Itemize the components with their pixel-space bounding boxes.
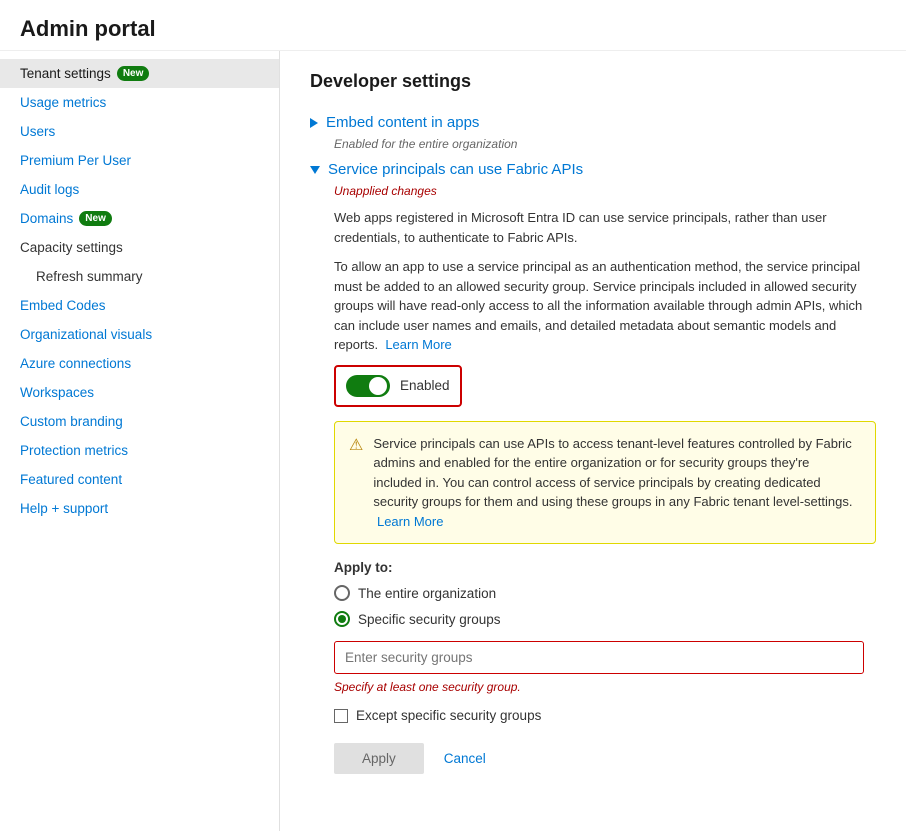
apply-button[interactable]: Apply — [334, 743, 424, 774]
cancel-button[interactable]: Cancel — [440, 743, 490, 774]
radio-group: The entire organization Specific securit… — [334, 585, 876, 627]
page-title: Admin portal — [20, 16, 886, 42]
service-principals-header[interactable]: Service principals can use Fabric APIs — [310, 155, 876, 184]
sidebar-item-azure-connections[interactable]: Azure connections — [0, 349, 279, 378]
sidebar-label-domains: Domains — [20, 211, 73, 226]
warning-icon: ⚠ — [349, 435, 363, 532]
main-layout: Tenant settings New Usage metrics Users Prem… — [0, 51, 906, 831]
apply-to-label: Apply to: — [334, 560, 876, 575]
security-input-container — [334, 641, 876, 674]
sidebar-label-workspaces: Workspaces — [20, 385, 94, 400]
radio-circle-entire-org — [334, 585, 350, 601]
sidebar-item-refresh-summary[interactable]: Refresh summary — [0, 262, 279, 291]
sidebar-label-custom-branding: Custom branding — [20, 414, 123, 429]
main-content: Developer settings Embed content in apps… — [280, 51, 906, 831]
security-groups-input[interactable] — [334, 641, 864, 674]
sidebar-label-usage-metrics: Usage metrics — [20, 95, 106, 110]
sidebar-label-tenant-settings: Tenant settings — [20, 66, 111, 81]
sidebar-item-workspaces[interactable]: Workspaces — [0, 378, 279, 407]
sidebar-label-protection-metrics: Protection metrics — [20, 443, 128, 458]
sidebar-item-premium-per-user[interactable]: Premium Per User — [0, 146, 279, 175]
section-title: Developer settings — [310, 71, 876, 92]
sidebar-label-embed-codes: Embed Codes — [20, 298, 106, 313]
enabled-toggle[interactable] — [346, 375, 390, 397]
sidebar-label-users: Users — [20, 124, 55, 139]
radio-label-entire-org: The entire organization — [358, 586, 496, 601]
chevron-right-icon — [310, 118, 318, 128]
action-buttons: Apply Cancel — [334, 743, 876, 774]
sidebar-label-featured-content: Featured content — [20, 472, 122, 487]
sidebar-item-tenant-settings[interactable]: Tenant settings New — [0, 59, 279, 88]
sidebar-label-premium-per-user: Premium Per User — [20, 153, 131, 168]
sidebar-item-custom-branding[interactable]: Custom branding — [0, 407, 279, 436]
chevron-down-icon — [310, 166, 320, 174]
checkbox-box — [334, 709, 348, 723]
badge-new-domains: New — [79, 211, 112, 226]
sidebar-item-usage-metrics[interactable]: Usage metrics — [0, 88, 279, 117]
sidebar-item-help-support[interactable]: Help + support — [0, 494, 279, 523]
checkbox-label: Except specific security groups — [356, 708, 541, 723]
warning-box: ⚠ Service principals can use APIs to acc… — [334, 421, 876, 545]
input-hint: Specify at least one security group. — [334, 680, 876, 694]
except-security-groups-checkbox[interactable]: Except specific security groups — [334, 708, 876, 723]
learn-more-link-1[interactable]: Learn More — [385, 337, 451, 352]
radio-specific-groups[interactable]: Specific security groups — [334, 611, 876, 627]
sidebar: Tenant settings New Usage metrics Users Prem… — [0, 51, 280, 831]
setting-group-service-principals: Service principals can use Fabric APIs U… — [310, 155, 876, 774]
toggle-container: Enabled — [334, 365, 462, 407]
embed-setting-title[interactable]: Embed content in apps — [326, 114, 479, 131]
sidebar-label-refresh-summary: Refresh summary — [36, 269, 143, 284]
setting-group-embed: Embed content in apps Enabled for the en… — [310, 108, 876, 151]
toggle-slider — [346, 375, 390, 397]
radio-circle-specific-groups — [334, 611, 350, 627]
page-header: Admin portal — [0, 0, 906, 51]
sidebar-item-domains[interactable]: Domains New — [0, 204, 279, 233]
sidebar-label-capacity-settings: Capacity settings — [20, 240, 123, 255]
service-principals-title[interactable]: Service principals can use Fabric APIs — [328, 161, 583, 178]
warning-text: Service principals can use APIs to acces… — [373, 434, 861, 532]
sidebar-label-audit-logs: Audit logs — [20, 182, 79, 197]
sidebar-label-azure-connections: Azure connections — [20, 356, 131, 371]
learn-more-link-2[interactable]: Learn More — [377, 514, 443, 529]
sidebar-item-embed-codes[interactable]: Embed Codes — [0, 291, 279, 320]
sidebar-item-users[interactable]: Users — [0, 117, 279, 146]
embed-setting-header[interactable]: Embed content in apps — [310, 108, 876, 137]
sidebar-item-organizational-visuals[interactable]: Organizational visuals — [0, 320, 279, 349]
unapplied-label: Unapplied changes — [334, 184, 876, 198]
sidebar-item-featured-content[interactable]: Featured content — [0, 465, 279, 494]
description-1: Web apps registered in Microsoft Entra I… — [334, 208, 876, 247]
app-container: Admin portal Tenant settings New Usage met… — [0, 0, 906, 831]
radio-entire-org[interactable]: The entire organization — [334, 585, 876, 601]
embed-setting-subtitle: Enabled for the entire organization — [334, 137, 876, 151]
description-2: To allow an app to use a service princip… — [334, 257, 876, 355]
sidebar-item-audit-logs[interactable]: Audit logs — [0, 175, 279, 204]
sidebar-item-protection-metrics[interactable]: Protection metrics — [0, 436, 279, 465]
sidebar-label-organizational-visuals: Organizational visuals — [20, 327, 152, 342]
toggle-label: Enabled — [400, 378, 450, 393]
radio-label-specific-groups: Specific security groups — [358, 612, 501, 627]
sidebar-item-capacity-settings[interactable]: Capacity settings — [0, 233, 279, 262]
sidebar-label-help-support: Help + support — [20, 501, 108, 516]
badge-new-tenant-settings: New — [117, 66, 150, 81]
setting-expanded-content: Web apps registered in Microsoft Entra I… — [334, 208, 876, 774]
